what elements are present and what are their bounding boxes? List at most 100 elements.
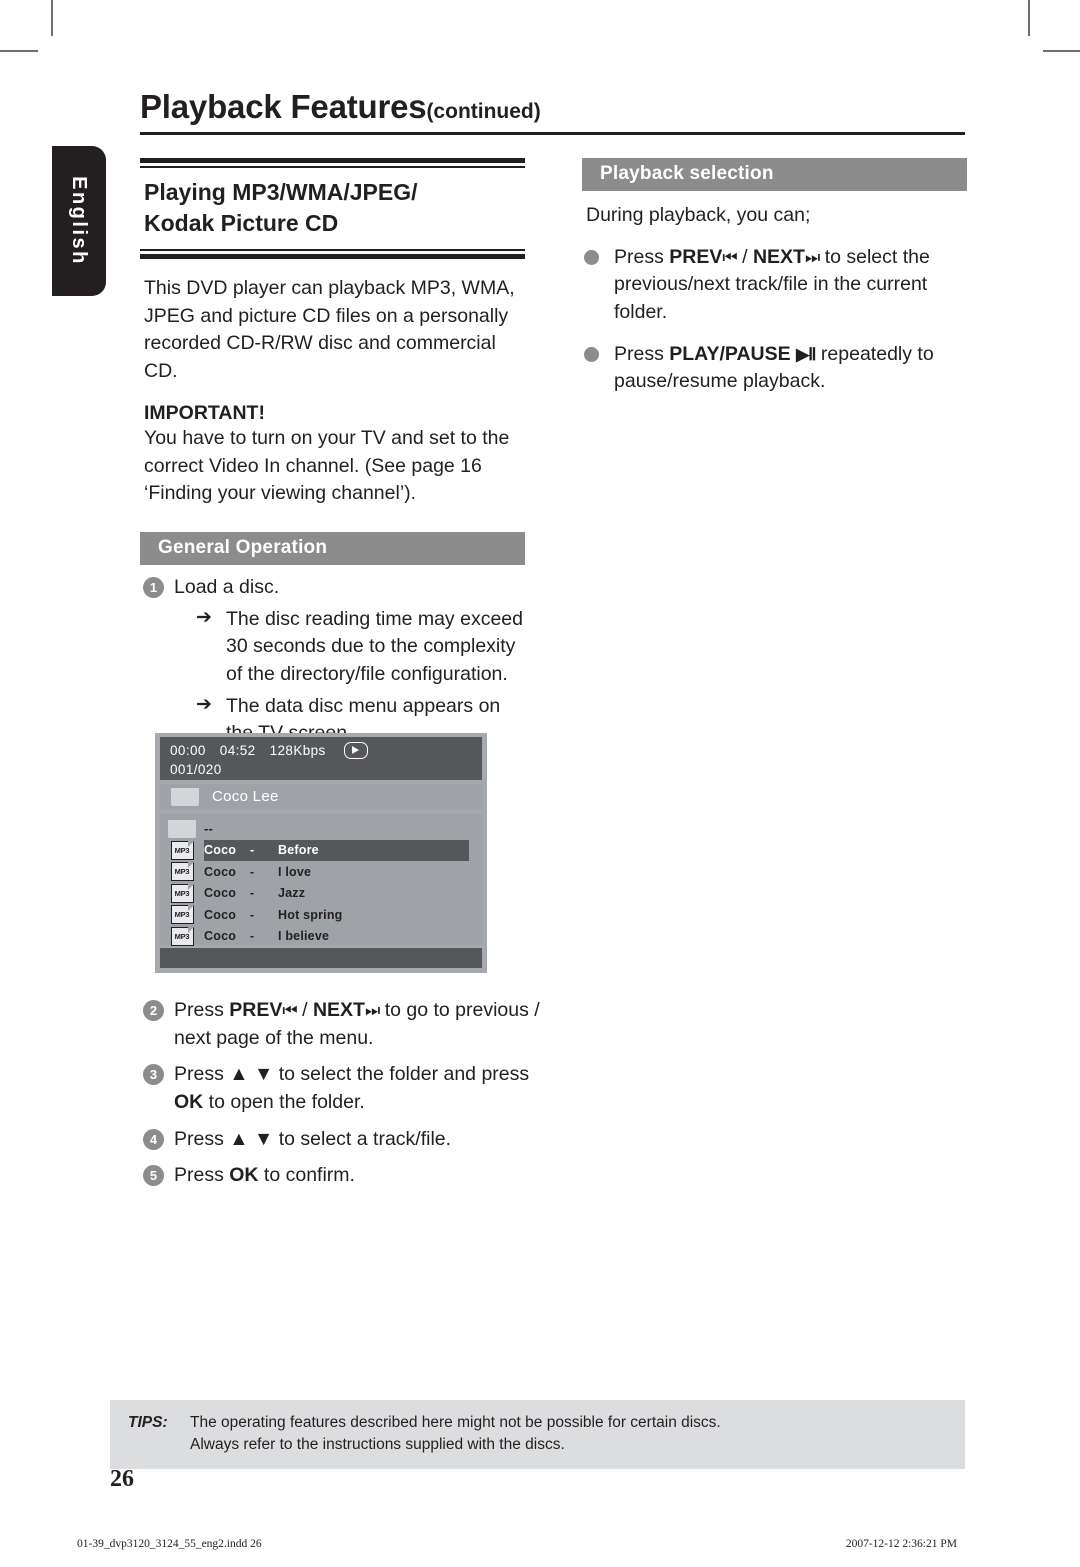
bullet-dot-icon (584, 346, 599, 362)
section-title-line1: Playing MP3/WMA/JPEG/ (144, 179, 418, 205)
step-3-post: to open the folder. (203, 1091, 365, 1114)
tips-text: The operating features described here mi… (190, 1412, 930, 1457)
prev-track-icon: ⏮ (282, 1001, 297, 1020)
tv-list-item-label: Coco - I love (204, 865, 311, 879)
mp3-file-icon: MP3 (170, 905, 194, 925)
tv-list-item[interactable]: MP3 Coco - Hot spring (160, 904, 482, 926)
section-title: Playing MP3/WMA/JPEG/ Kodak Picture CD (144, 177, 525, 239)
language-tab-english: English (52, 146, 106, 296)
tv-row-artist: Coco (204, 886, 237, 901)
page-header: Playback Features(continued) (140, 88, 965, 135)
mp3-icon-wrap: MP3 (160, 905, 204, 925)
arrow-down-icon: ▼ (254, 1063, 274, 1086)
step-2-number: 2 (143, 1000, 164, 1021)
step-2-bold-next: NEXT (312, 999, 365, 1021)
tv-row-title: Hot spring (278, 907, 343, 922)
tv-row-artist: Coco (204, 843, 237, 858)
print-footer-filename: 01-39_dvp3120_3124_55_eng2.indd 26 (77, 1538, 262, 1550)
arrow-right-icon: ➔ (196, 693, 212, 715)
print-footer: 01-39_dvp3120_3124_55_eng2.indd 26 2007-… (77, 1538, 957, 1550)
tips-box: TIPS: The operating features described he… (110, 1400, 965, 1469)
tv-list-item-selected[interactable]: MP3 Coco - Before (170, 839, 469, 861)
step-3-mid: to select the folder and press (273, 1063, 530, 1086)
bullet-1-mid: / (736, 245, 753, 268)
tv-list-item-label: Coco - Before (204, 843, 319, 857)
arrow-right-icon: ➔ (196, 606, 212, 628)
tv-list-item-label: -- (204, 821, 250, 836)
right-column: Playback selection During playback, you … (582, 158, 967, 396)
tv-row-dash: - (250, 886, 255, 901)
tv-row-artist: Coco (204, 907, 237, 922)
tv-screen-mockup: 00:00 04:52 128Kbps 001/020 Coco Lee -- … (155, 733, 487, 973)
tv-list-item-label: Coco - Jazz (204, 886, 305, 900)
tv-row-artist: Coco (204, 929, 237, 944)
page-header-rule (140, 132, 965, 135)
tv-status-bar: 00:00 04:52 128Kbps 001/020 (160, 737, 482, 780)
step-2-mid: / (296, 999, 313, 1021)
tv-row-title: I love (278, 864, 312, 879)
tv-row-dash: - (250, 929, 255, 944)
page-title-main: Playback Features (140, 88, 427, 125)
important-paragraph: You have to turn on your TV and set to t… (144, 426, 510, 505)
bullet-2-pre: Press (614, 342, 670, 365)
step-4-pre: Press (174, 1127, 230, 1150)
tv-elapsed-time: 00:00 (170, 743, 206, 758)
crop-mark-top-right-horizontal (1043, 50, 1080, 52)
step-1-number: 1 (143, 576, 164, 598)
important-label: IMPORTANT! (144, 401, 265, 424)
next-track-icon: ⏭ (364, 1001, 380, 1020)
step-1: 1 Load a disc. ➔ The disc reading time m… (140, 574, 525, 748)
step-4-number: 4 (143, 1128, 164, 1150)
tv-list-item-parent-folder[interactable]: -- (160, 818, 482, 840)
tv-row-title: I believe (278, 929, 330, 944)
playback-selection-intro: During playback, you can; (586, 204, 811, 226)
bullet-2-bold-playpause: PLAY/PAUSE (669, 342, 791, 365)
section-rule-top-thick (140, 158, 525, 163)
section-title-line2: Kodak Picture CD (144, 210, 339, 237)
step-5-number: 5 (143, 1165, 164, 1187)
tv-list-item[interactable]: MP3 Coco - I love (160, 861, 482, 883)
step-5-post: to confirm. (258, 1164, 355, 1187)
step-2: 2 Press PREV⏮ / NEXT⏭ to go to previous … (140, 997, 540, 1052)
step-5: 5 Press OK to confirm. (140, 1162, 540, 1190)
bullet-1-bold-next: NEXT (752, 245, 805, 268)
intro-paragraph: This DVD player can playback MP3, WMA, J… (144, 277, 515, 383)
mp3-file-icon: MP3 (170, 883, 194, 903)
left-column: Playing MP3/WMA/JPEG/ Kodak Picture CD T… (140, 158, 525, 748)
crop-mark-top-left-vertical (51, 0, 53, 36)
arrow-down-icon: ▼ (254, 1127, 274, 1150)
mp3-file-icon: MP3 (170, 926, 194, 946)
language-tab-label: English (68, 176, 91, 266)
folder-icon (171, 787, 199, 806)
steps-continued: 2 Press PREV⏮ / NEXT⏭ to go to previous … (140, 990, 540, 1190)
tips-label: TIPS: (128, 1414, 168, 1431)
playback-bullet-2: Press PLAY/PAUSE ▶Ⅱ repeatedly to pause/… (582, 341, 967, 396)
tv-list-item-label: Coco - Hot spring (204, 908, 343, 922)
arrow-up-icon: ▲ (229, 1063, 249, 1086)
tv-current-folder-bar: Coco Lee (160, 784, 482, 809)
tv-row-title: Before (278, 843, 319, 858)
tv-row-dash: - (250, 864, 255, 879)
step-2-bold-prev: PREV (229, 999, 283, 1021)
step-3: 3 Press ▲ ▼ to select the folder and pre… (140, 1061, 540, 1116)
step-3-pre: Press (174, 1063, 230, 1086)
folder-up-icon (168, 819, 196, 838)
step-1-sub-1-text: The disc reading time may exceed 30 seco… (226, 607, 523, 685)
tv-row-dash: - (250, 843, 255, 858)
step-5-pre: Press (174, 1164, 230, 1187)
page-number: 26 (110, 1466, 134, 1492)
section-rule-bottom-thin (140, 249, 525, 252)
tv-bottom-bar (160, 948, 482, 968)
tv-total-time: 04:52 (219, 743, 256, 758)
tv-list-item[interactable]: MP3 Coco - I believe (160, 926, 482, 948)
tv-file-list: -- MP3 Coco - Before MP3 Coco - I love M… (160, 814, 482, 948)
tv-list-item[interactable]: MP3 Coco - Jazz (160, 883, 482, 905)
tips-line-1: The operating features described here mi… (190, 1414, 721, 1431)
play-pause-icon: ▶Ⅱ (796, 344, 816, 364)
step-3-bold-ok: OK (174, 1091, 204, 1114)
step-4: 4 Press ▲ ▼ to select a track/file. (140, 1126, 540, 1154)
step-4-post: to select a track/file. (273, 1127, 452, 1150)
playback-selection-bar: Playback selection (582, 158, 967, 191)
tv-bitrate: 128Kbps (269, 743, 326, 758)
mp3-file-icon: MP3 (170, 840, 194, 860)
